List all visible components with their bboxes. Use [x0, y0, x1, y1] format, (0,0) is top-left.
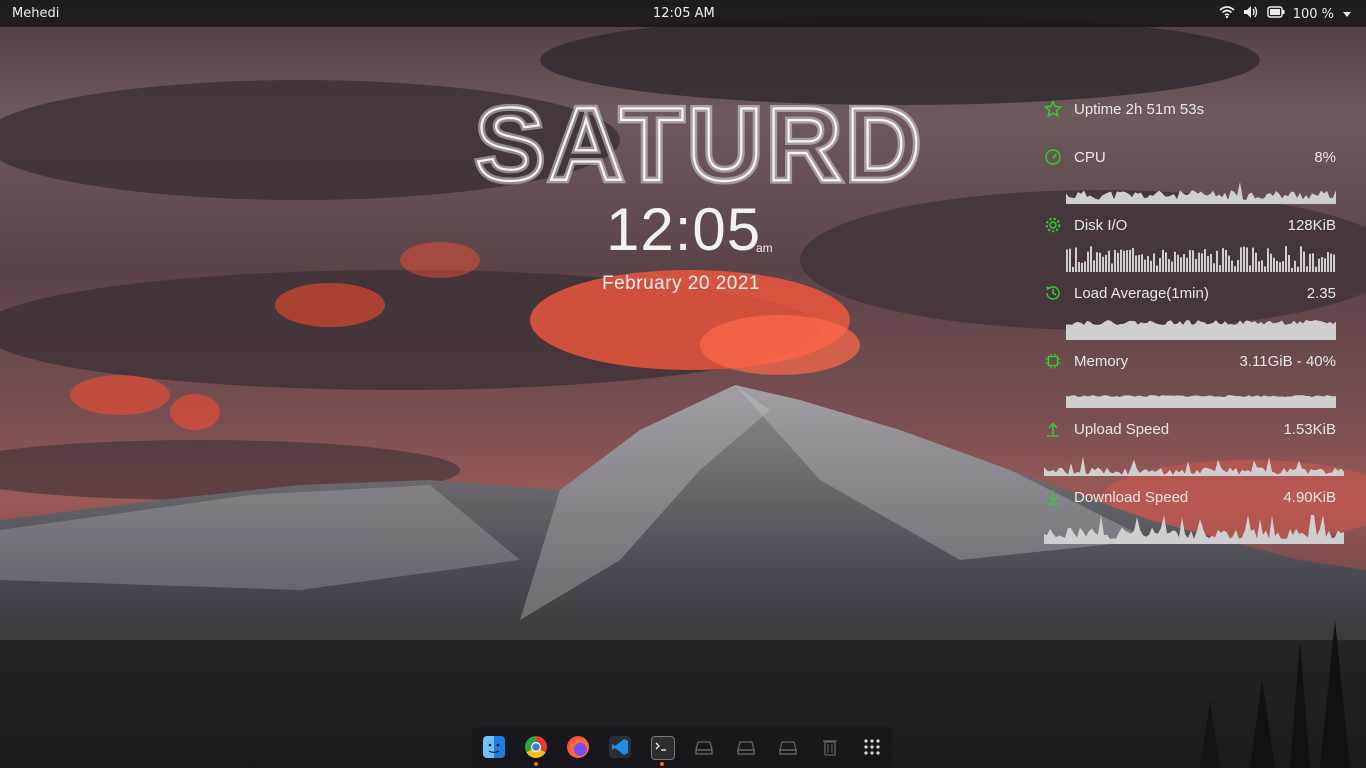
desktop-ampm: am: [756, 241, 773, 255]
disk-label: Disk I/O: [1074, 217, 1128, 234]
day-name-outline: SATURD: [475, 92, 925, 192]
cpu-graph: [1066, 181, 1336, 204]
cpu-value: 8%: [1314, 149, 1336, 166]
volume-icon[interactable]: [1243, 5, 1259, 23]
drive-icon[interactable]: [735, 736, 757, 758]
panel-clock[interactable]: 12:05 AM: [653, 6, 715, 21]
wifi-icon[interactable]: [1219, 5, 1235, 23]
disk-row: Disk I/O 128KiB: [1044, 214, 1336, 238]
upload-value: 1.53KiB: [1283, 421, 1336, 438]
desktop-date: February 20 2021: [602, 273, 760, 294]
battery-percent: 100 %: [1292, 6, 1334, 22]
download-label: Download Speed: [1074, 489, 1189, 506]
firefox-icon[interactable]: [567, 736, 589, 758]
memory-value: 3.11GiB - 40%: [1239, 353, 1336, 370]
day-name-display: SATURD SATURD: [472, 92, 925, 192]
upload-graph: [1044, 456, 1344, 476]
chip-icon: [1045, 353, 1061, 369]
cpu-label: CPU: [1074, 149, 1106, 166]
drive-icon[interactable]: [777, 736, 799, 758]
uptime-row: Uptime 2h 51m 53s: [1044, 98, 1336, 122]
running-indicator: [660, 762, 664, 766]
chrome-icon[interactable]: [525, 736, 547, 758]
system-tray[interactable]: 100 %: [1219, 5, 1352, 23]
disk-value: 128KiB: [1287, 217, 1336, 234]
finder-icon[interactable]: [483, 736, 505, 758]
app-grid-icon[interactable]: [861, 736, 883, 758]
top-panel: Mehedi 12:05 AM 100 %: [0, 0, 1366, 27]
load-label: Load Average(1min): [1074, 285, 1209, 302]
star-icon: [1044, 100, 1062, 118]
memory-label: Memory: [1074, 353, 1129, 370]
cpu-row: CPU 8%: [1044, 146, 1336, 170]
arrow-up-icon: [1047, 422, 1059, 437]
upload-row: Upload Speed 1.53KiB: [1044, 418, 1336, 442]
download-row: Download Speed 4.90KiB: [1044, 486, 1336, 510]
chevron-down-icon[interactable]: [1342, 7, 1352, 22]
dock: [472, 727, 892, 768]
disk-graph: [1066, 246, 1335, 272]
terminal-icon[interactable]: [651, 736, 675, 760]
memory-row: Memory 3.11GiB - 40%: [1044, 350, 1336, 374]
running-indicator: [534, 762, 538, 766]
drive-icon[interactable]: [693, 736, 715, 758]
upload-label: Upload Speed: [1074, 421, 1170, 438]
gear-icon: [1045, 217, 1061, 233]
gauge-icon: [1045, 149, 1061, 165]
uptime-label: Uptime 2h 51m 53s: [1074, 101, 1205, 118]
download-graph: [1044, 515, 1344, 544]
trash-icon[interactable]: [819, 736, 841, 758]
arrow-down-icon: [1047, 490, 1059, 505]
user-menu[interactable]: Mehedi: [12, 6, 59, 21]
desktop-time: 12:05: [606, 196, 762, 263]
history-icon: [1046, 286, 1060, 300]
load-graph: [1066, 320, 1336, 340]
load-row: Load Average(1min) 2.35: [1044, 282, 1336, 306]
battery-icon[interactable]: [1266, 6, 1285, 22]
download-value: 4.90KiB: [1283, 489, 1336, 506]
vscode-icon[interactable]: [609, 736, 631, 758]
memory-graph: [1066, 395, 1336, 408]
load-value: 2.35: [1306, 285, 1336, 302]
